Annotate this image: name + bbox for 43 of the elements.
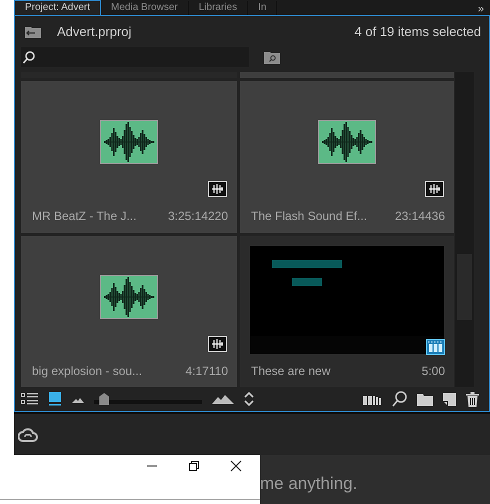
clip-name: big explosion - sou... [32,364,142,378]
sort-icon[interactable] [244,392,254,406]
close-icon[interactable] [230,460,242,472]
clip-name: The Flash Sound Ef... [251,209,368,223]
waveform-thumbnail [100,275,158,319]
clip-name: These are new [251,364,330,378]
overflow-menu[interactable]: » [478,3,490,15]
search-field[interactable] [21,47,249,67]
icon-view-icon[interactable] [48,392,62,406]
creative-cloud-icon[interactable] [18,426,38,442]
folder-icon[interactable] [417,392,433,406]
waveform-thumbnail [318,120,376,164]
clip-duration: 5:00 [422,364,445,378]
clip-duration: 4:17110 [186,364,228,378]
scrollbar[interactable] [455,72,474,387]
waveform-thumbnail [100,120,158,164]
audio-clip-icon [208,181,227,197]
item-card[interactable]: The Flash Sound Ef... 23:14436 [240,81,454,233]
small-mountain-icon [72,396,84,402]
large-mountain-icon [212,394,234,404]
folder-search-icon[interactable] [264,50,280,64]
list-view-icon[interactable] [21,392,38,406]
item-card[interactable]: big explosion - sou... 4:17110 [21,236,237,387]
selection-status: 4 of 19 items selected [354,24,481,38]
panel-tab[interactable]: Project: Advert [14,0,102,15]
freeform-view-icon[interactable] [363,394,382,404]
item-card[interactable]: These are new 5:00 [240,236,454,387]
clip-name: MR BeatZ - The J... [32,209,136,223]
search-icon[interactable] [392,391,407,407]
audio-clip-icon [425,181,444,197]
slider-thumb[interactable] [99,393,110,405]
audio-clip-icon [208,336,227,352]
new-item-icon[interactable] [443,392,456,406]
project-name: Advert.prproj [57,24,132,38]
search-icon [23,50,35,64]
clip-duration: 23:14436 [394,209,445,223]
restore-icon[interactable] [188,460,200,472]
background-text: me anything. [260,474,358,494]
film-clip-icon [426,339,445,355]
item-card[interactable]: MR BeatZ - The J... 3:25:14220 [21,81,237,233]
clip-duration: 3:25:14220 [168,209,228,223]
trash-icon[interactable] [466,392,479,406]
folder-up-icon[interactable] [25,24,41,38]
